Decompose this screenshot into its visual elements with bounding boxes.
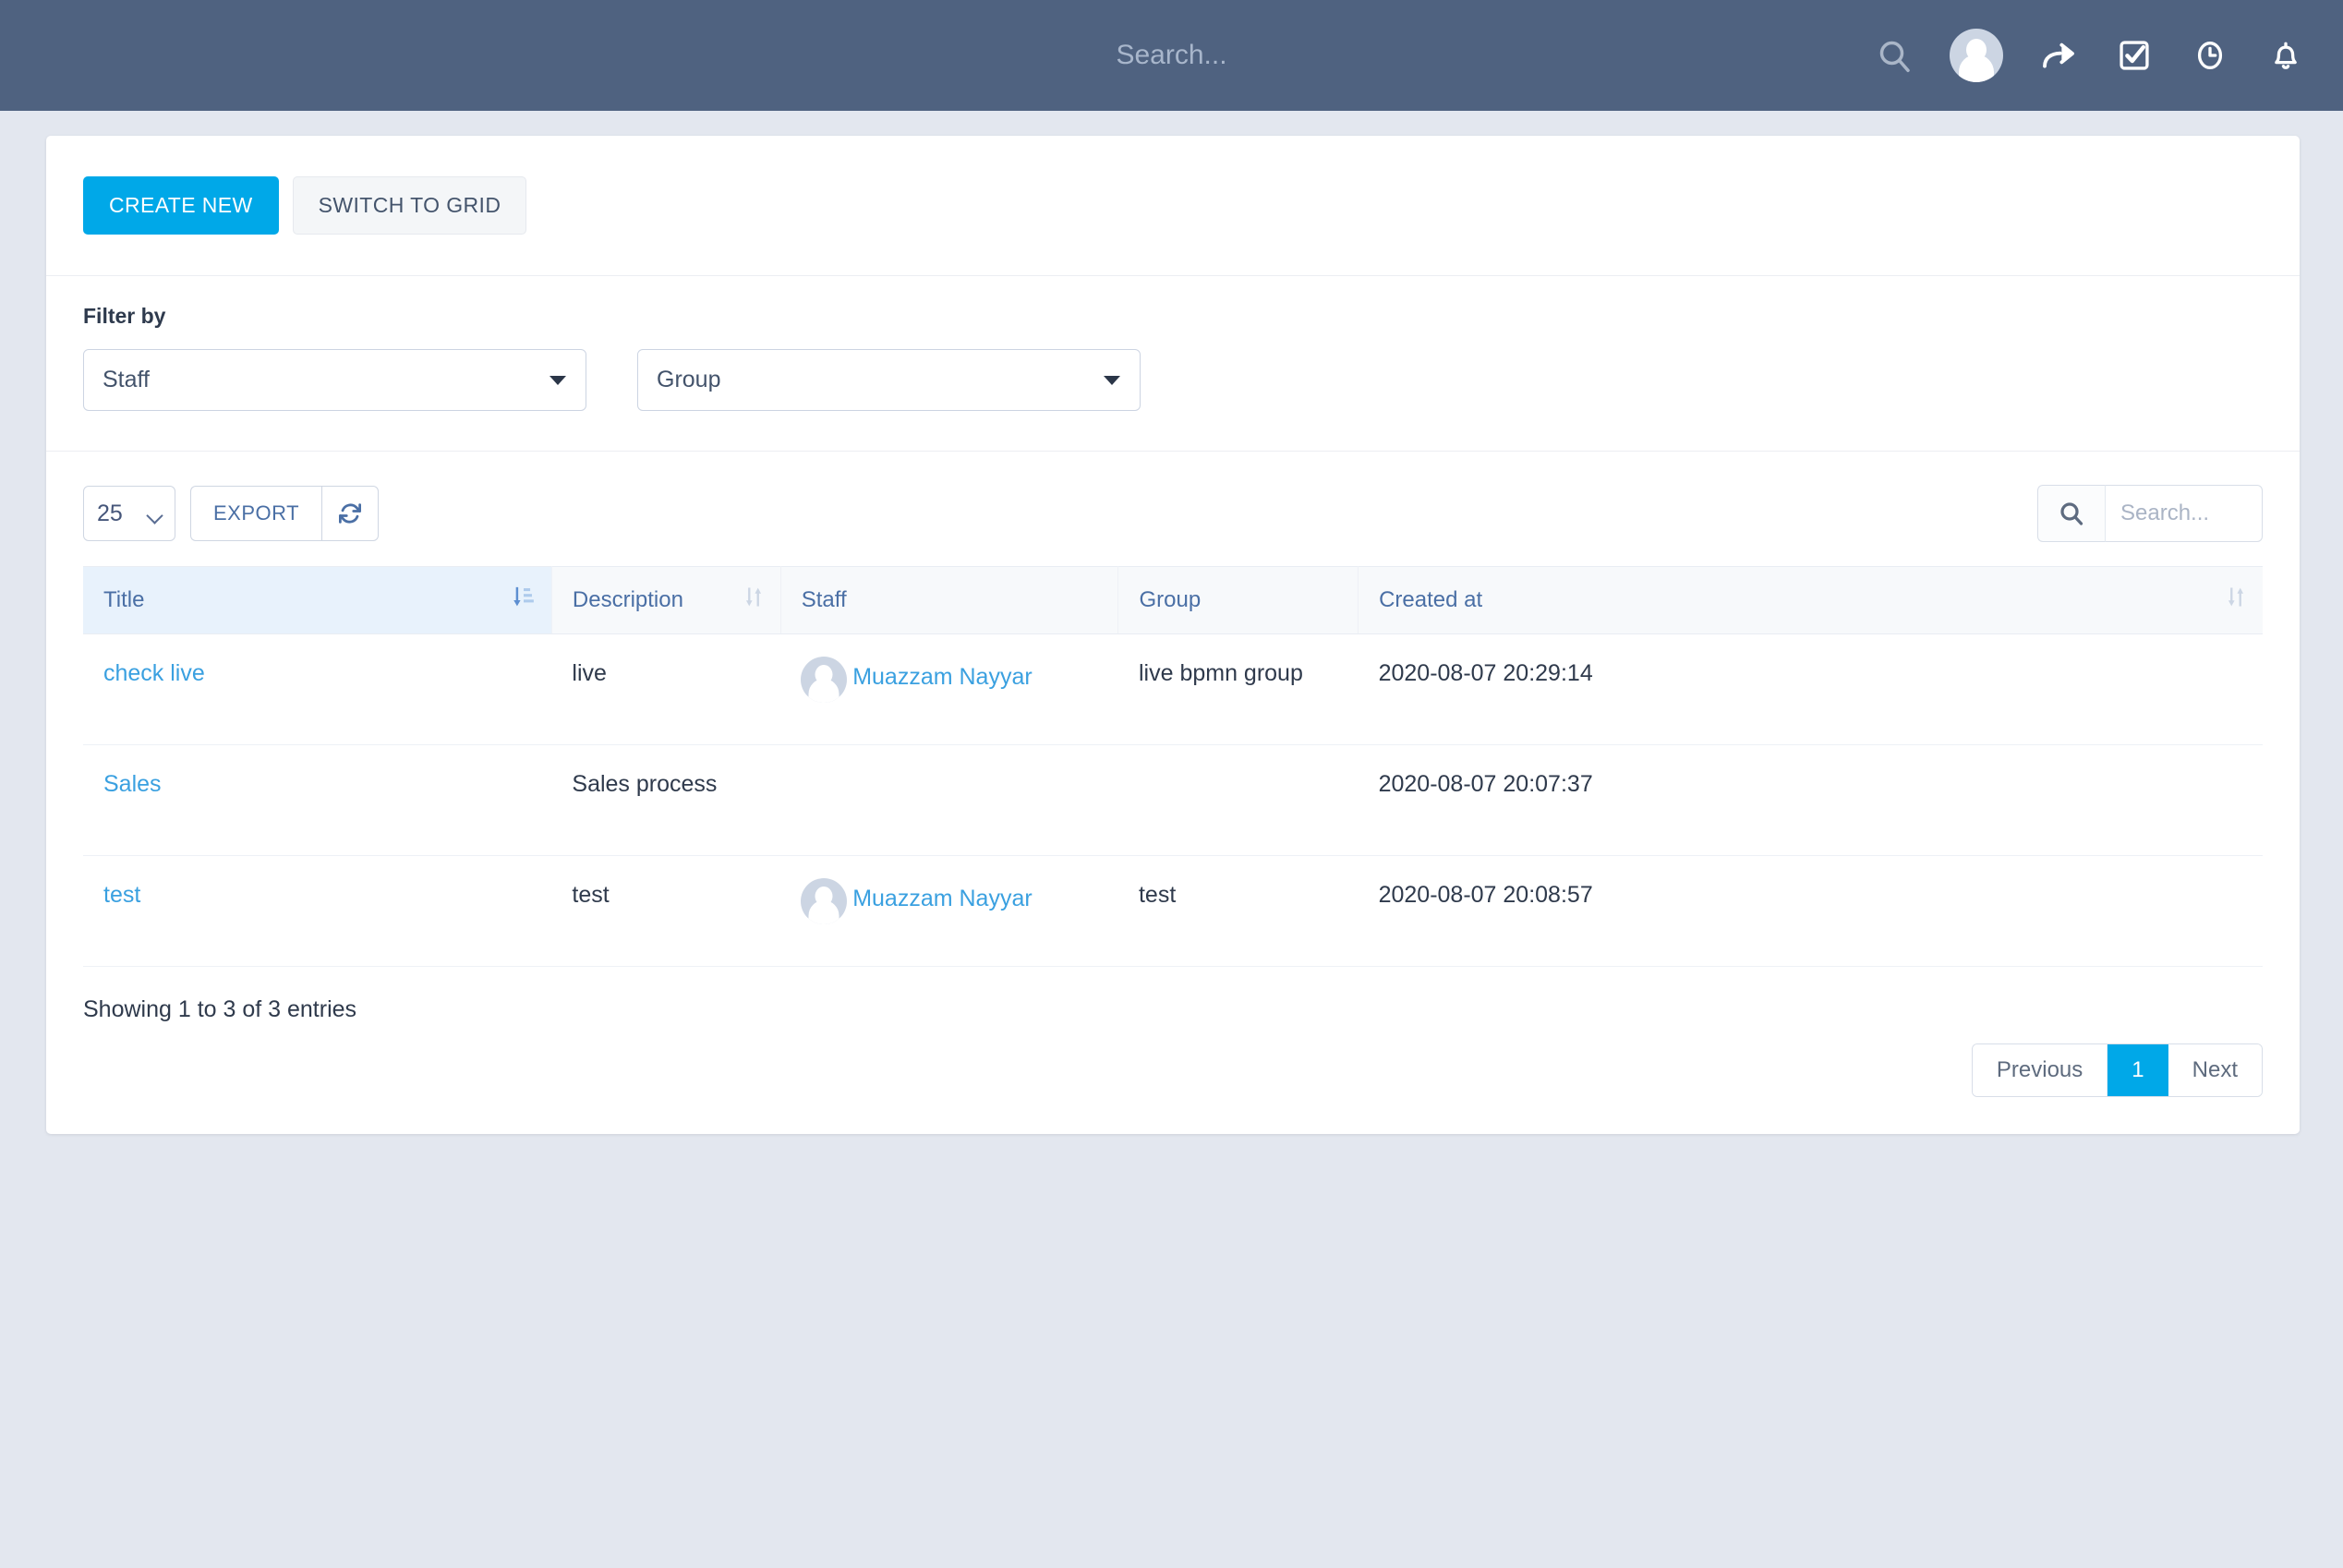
staff-name-link[interactable]: Muazzam Nayyar [852,882,1033,917]
pagination-group: Previous 1 Next [1971,1043,2263,1097]
column-header-title[interactable]: Title [83,566,552,634]
cell-group: test [1117,855,1359,967]
group-filter-select[interactable]: Group [637,349,1141,411]
row-title-link[interactable]: Sales [103,771,162,797]
datatable-search-input[interactable] [2106,485,2263,542]
column-header-group[interactable]: Group [1117,566,1359,634]
staff-chip: Muazzam Nayyar [801,657,1098,703]
filter-section: Filter by Staff Group [46,276,2300,452]
datatable-footer: Showing 1 to 3 of 3 entries Previous 1 N… [83,967,2263,1097]
create-new-button[interactable]: CREATE NEW [83,176,279,235]
staff-chip: Muazzam Nayyar [801,878,1098,924]
cell-title: check live [83,633,552,745]
datatable-toolbar: 25 EXPORT [83,452,2263,566]
filter-controls-row: Staff Group [83,349,2263,411]
column-label-staff: Staff [801,587,847,612]
column-header-staff[interactable]: Staff [780,566,1119,634]
table-row: check live live Muazzam Nayyar live bpmn… [83,633,2263,745]
avatar [801,878,848,924]
column-header-created-at[interactable]: Created at [1358,566,2263,634]
group-filter-wrapper: Group [637,349,1141,411]
switch-to-grid-button[interactable]: SWITCH TO GRID [292,176,527,235]
search-icon[interactable] [1874,35,1914,76]
avatar-body [1959,54,1994,82]
processes-table: Title Description Staff Group Created at… [83,566,2263,967]
global-search-container [820,39,1523,72]
export-button-group: EXPORT [190,486,380,541]
cell-staff [780,744,1118,856]
top-navbar [0,0,2343,111]
datatable-section: 25 EXPORT Search... Title Description St… [46,452,2300,1134]
cell-group [1117,744,1359,856]
avatar-body [808,900,839,924]
export-button[interactable]: EXPORT [190,486,322,541]
table-row: test test Muazzam Nayyar test 2020-08-07… [83,855,2263,967]
column-header-description[interactable]: Description [551,566,781,634]
sort-neutral-icon [743,585,764,616]
tasks-checkbox-icon[interactable] [2114,35,2155,76]
cell-created-at: 2020-08-07 20:08:57 [1358,855,2263,967]
share-icon[interactable] [2038,35,2079,76]
column-label-title: Title [103,587,145,612]
pagination-previous-button[interactable]: Previous [1972,1044,2108,1096]
column-label-created-at: Created at [1379,587,1483,612]
staff-filter-wrapper: Staff [83,349,586,411]
staff-filter-select[interactable]: Staff [83,349,586,411]
table-head: Title Description Staff Group Created at [83,566,2263,634]
cell-title: Sales [83,744,552,856]
sort-neutral-icon [2226,585,2246,616]
cell-title: test [83,855,552,967]
toolbar-left-group: 25 EXPORT [83,486,380,541]
notification-bell-icon[interactable] [2265,35,2306,76]
cell-group: live bpmn group [1117,633,1359,745]
navbar-icon-group [1874,29,2306,82]
global-search-input[interactable] [820,39,1523,72]
search-icon[interactable] [2037,485,2106,542]
page-length-wrapper: 25 [83,486,175,541]
filter-by-label: Filter by [83,304,166,328]
avatar-body [808,679,839,703]
cell-created-at: 2020-08-07 20:29:14 [1358,633,2263,745]
table-body: check live live Muazzam Nayyar live bpmn… [83,633,2263,967]
pagination: Previous 1 Next [83,1043,2263,1097]
pagination-next-button[interactable]: Next [2168,1044,2262,1096]
datatable-search-group [2037,485,2263,542]
cell-description: Sales process [551,744,781,856]
column-label-description: Description [572,587,683,612]
staff-name-link[interactable]: Muazzam Nayyar [852,660,1033,695]
cell-staff: Muazzam Nayyar [780,633,1118,745]
avatar[interactable] [1950,29,2003,82]
cell-description: live [551,633,781,745]
card-action-bar: CREATE NEW SWITCH TO GRID [46,136,2300,276]
row-title-link[interactable]: check live [103,660,205,686]
table-header-row: Title Description Staff Group Created at [83,566,2263,634]
pagination-page-1-button[interactable]: 1 [2107,1044,2168,1096]
cell-description: test [551,855,781,967]
entries-info-text: Showing 1 to 3 of 3 entries [83,996,357,1022]
clock-icon[interactable] [2190,35,2230,76]
avatar [801,657,848,703]
page-length-select[interactable]: 25 [83,486,175,541]
row-title-link[interactable]: test [103,882,140,908]
main-content-card: CREATE NEW SWITCH TO GRID Filter by Staf… [46,136,2300,1134]
sort-descending-icon [513,585,535,616]
cell-staff: Muazzam Nayyar [780,855,1118,967]
column-label-group: Group [1139,587,1202,612]
cell-created-at: 2020-08-07 20:07:37 [1358,744,2263,856]
table-row: Sales Sales process 2020-08-07 20:07:37 [83,744,2263,856]
refresh-button[interactable] [321,486,380,541]
